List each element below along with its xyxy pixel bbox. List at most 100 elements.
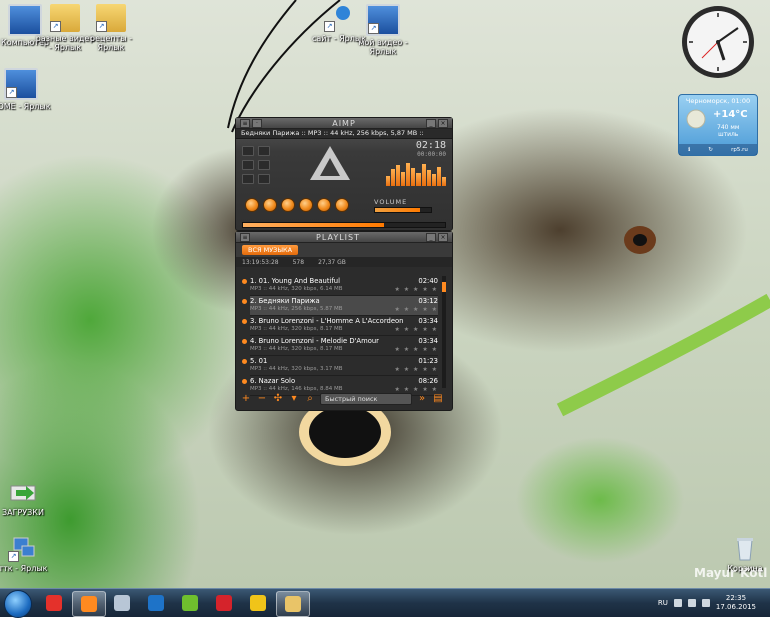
weather-temp: +14°C — [713, 109, 748, 120]
search-icon[interactable]: ⌕ — [304, 394, 316, 404]
weather-source[interactable]: rp5.ru — [731, 147, 748, 153]
aimp-main-window[interactable]: ≡ · AIMP _ × Бедняки Парижа :: MP3 :: 44… — [235, 117, 453, 231]
play-button[interactable] — [263, 198, 277, 212]
desktop-icon-ttk[interactable]: ↗ ттк - Ярлык — [0, 534, 54, 573]
tab-all-music[interactable]: ВСЯ МУЗЫКА — [242, 245, 299, 255]
taskbar-app-start-x[interactable] — [38, 591, 70, 615]
playlist-window-buttons: _ × — [425, 232, 448, 242]
track-dot-icon — [242, 319, 247, 324]
playlist-scrollbar[interactable] — [442, 276, 446, 388]
minimize-button[interactable]: _ — [426, 118, 436, 128]
language-indicator[interactable]: RU — [658, 599, 668, 607]
add-icon[interactable]: + — [240, 394, 252, 404]
volume-slider[interactable] — [374, 207, 432, 213]
seek-bar[interactable] — [242, 222, 446, 228]
desktop-icon-recipes-folder[interactable]: ↗ рецепты - Ярлык — [80, 4, 142, 52]
desktop-icon-downloads[interactable]: ЗАГРУЗКИ — [0, 478, 54, 517]
rating-stars[interactable]: ★ ★ ★ ★ ★ — [394, 286, 438, 293]
search-go-icon[interactable]: » — [416, 394, 428, 404]
rating-stars[interactable]: ★ ★ ★ ★ ★ — [394, 366, 438, 373]
taskbar-app-aimp[interactable] — [72, 591, 106, 617]
taskbar-app-utorrent[interactable] — [174, 591, 206, 615]
open-button[interactable] — [335, 198, 349, 212]
taskbar-app-calculator[interactable] — [106, 591, 138, 615]
shuffle-button[interactable] — [258, 146, 270, 156]
move-icon[interactable]: ✣ — [272, 394, 284, 404]
rating-stars[interactable]: ★ ★ ★ ★ ★ — [394, 306, 438, 313]
folder-icon: ↗ — [96, 4, 126, 32]
list-button[interactable] — [258, 174, 270, 184]
time-display[interactable]: 02:18 00:00:00 — [386, 140, 446, 158]
list-item[interactable]: 4. Bruno Lorenzoni - Melodie D'Amour 03:3… — [242, 336, 438, 356]
volume-label: VOLUME — [374, 198, 408, 206]
playlist-minimize-button[interactable]: _ — [425, 232, 436, 242]
tray-flag-icon[interactable] — [673, 599, 682, 607]
quick-search-input[interactable]: Быстрый поиск — [320, 393, 412, 405]
rating-stars[interactable]: ★ ★ ★ ★ ★ — [394, 346, 438, 353]
taskbar: RU 22:35 17.06.2015 — [0, 588, 770, 618]
maxthon-icon — [148, 595, 164, 611]
playlist-title: PLAYLIST — [316, 232, 360, 242]
aimp-titlebar[interactable]: ≡ · AIMP _ × — [236, 118, 452, 129]
pause-button[interactable] — [281, 198, 295, 212]
close-button[interactable]: × — [438, 118, 448, 128]
info-icon[interactable]: ℹ — [688, 147, 690, 153]
file-icon[interactable]: ▤ — [432, 394, 444, 404]
clock-gadget[interactable] — [680, 4, 756, 80]
playlist-menu-button[interactable]: ≡ — [240, 232, 250, 242]
desktop: Компьютер ↗ разные видео - Ярлык ↗ рецеп… — [0, 0, 770, 588]
track-dot-icon — [242, 339, 247, 344]
weather-pressure: 740 мм штиль — [717, 124, 740, 138]
track-dot-icon — [242, 379, 247, 384]
network-icon: ↗ — [8, 534, 38, 562]
taskbar-app-maxthon[interactable] — [140, 591, 172, 615]
repeat-button[interactable] — [242, 160, 254, 170]
side-buttons — [242, 146, 270, 184]
taskbar-app-chrome[interactable] — [242, 591, 274, 615]
playlist-toggle-button[interactable] — [258, 160, 270, 170]
taskbar-clock[interactable]: 22:35 17.06.2015 — [716, 594, 756, 612]
shortcut-arrow-icon: ↗ — [50, 21, 61, 32]
playlist-menu-buttons: ≡ — [240, 232, 250, 242]
taskbar-app-explorer[interactable] — [276, 591, 310, 617]
aimp-icon — [81, 596, 97, 612]
volume-fill — [375, 208, 420, 212]
system-tray: RU 22:35 17.06.2015 — [658, 589, 770, 617]
tray-network-icon[interactable] — [687, 599, 696, 607]
moon-icon — [686, 109, 706, 129]
sort-icon[interactable]: ▾ — [288, 394, 300, 404]
explorer-icon — [285, 596, 301, 612]
desktop-icon-my-video[interactable]: ↗ мой видео - Ярлык — [352, 4, 414, 56]
menu-button[interactable]: ≡ — [240, 118, 250, 128]
aimp-menu-buttons: ≡ · — [240, 118, 262, 128]
refresh-icon[interactable]: ↻ — [708, 147, 713, 153]
list-item-selected[interactable]: 2. Бедняки Парижа 03:12 MP3 :: 44 kHz, 25… — [242, 296, 438, 316]
previous-button[interactable] — [245, 198, 259, 212]
list-item[interactable]: 3. Bruno Lorenzoni - L'Homme A L'Accorde… — [242, 316, 438, 336]
stop-button[interactable] — [299, 198, 313, 212]
shortcut-arrow-icon: ↗ — [6, 87, 17, 98]
remove-icon[interactable]: − — [256, 394, 268, 404]
playlist-titlebar[interactable]: ≡ PLAYLIST _ × — [236, 232, 452, 243]
weather-footer: ℹ ↻ rp5.ru — [679, 144, 757, 155]
track-dot-icon — [242, 299, 247, 304]
mute-button[interactable] — [242, 174, 254, 184]
start-x-icon — [46, 595, 62, 611]
playlist-close-button[interactable]: × — [437, 232, 448, 242]
eq-button[interactable] — [242, 146, 254, 156]
spectrum-visualizer[interactable] — [386, 160, 446, 186]
rating-stars[interactable]: ★ ★ ★ ★ ★ — [394, 326, 438, 333]
desktop-icon-home[interactable]: ↗ HOME - Ярлык — [0, 68, 52, 111]
tray-volume-icon[interactable] — [701, 599, 710, 607]
next-button[interactable] — [317, 198, 331, 212]
weather-gadget[interactable]: Черноморск, 01:00 +14°C 740 мм штиль ℹ ↻… — [678, 94, 758, 156]
scrollbar-thumb[interactable] — [442, 282, 446, 292]
settings-button[interactable]: · — [252, 118, 262, 128]
list-item[interactable]: 5. 01 01:23 MP3 :: 44 kHz, 320 kbps, 3.17… — [242, 356, 438, 376]
taskbar-app-opera[interactable] — [208, 591, 240, 615]
start-button[interactable] — [4, 590, 32, 618]
analog-clock-icon — [682, 6, 754, 78]
list-item[interactable]: 1. 01. Young And Beautiful 02:40 MP3 :: 4… — [242, 276, 438, 296]
aimp-playlist-window[interactable]: ≡ PLAYLIST _ × ВСЯ МУЗЫКА 13:19:53:28 57… — [235, 231, 453, 411]
pushpin-icon: ↗ — [324, 4, 354, 32]
